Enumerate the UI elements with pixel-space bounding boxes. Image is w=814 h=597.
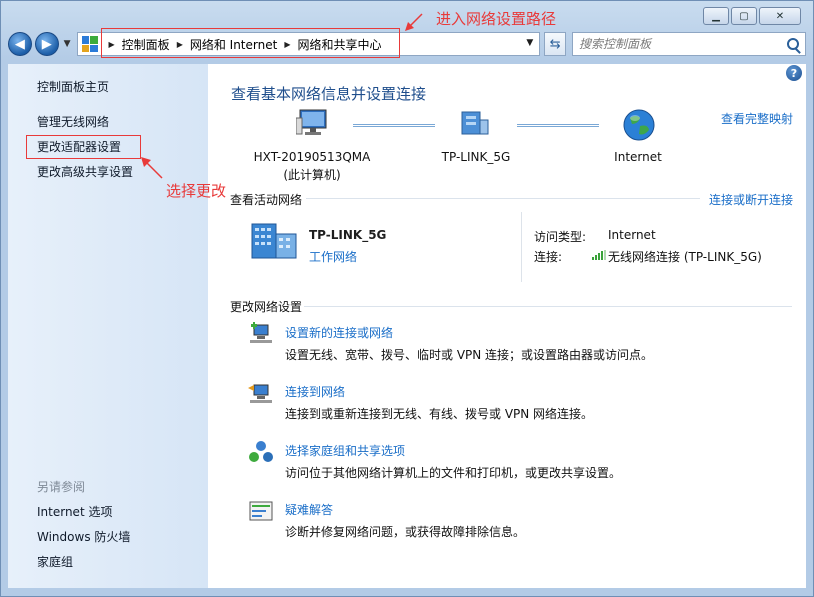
back-button[interactable]: ◀	[8, 32, 32, 56]
maximize-icon: ▢	[739, 10, 749, 22]
back-arrow-icon: ◀	[14, 36, 25, 52]
connect-disconnect-link[interactable]: 连接或断开连接	[709, 191, 793, 208]
forward-button[interactable]: ▶	[34, 32, 59, 56]
map-internet-label: Internet	[614, 150, 662, 164]
homegroup-icon	[248, 440, 274, 464]
network-building-icon	[250, 222, 300, 263]
select-annotation-text: 选择更改	[166, 182, 227, 200]
close-icon: ✕	[775, 10, 785, 22]
see-also-heading: 另请参阅	[37, 480, 86, 494]
maximize-button[interactable]: ▢	[731, 7, 757, 25]
refresh-button[interactable]: ⇆	[544, 32, 567, 56]
task-setup-connection-link[interactable]: 设置新的连接或网络	[285, 324, 393, 341]
connection-label: 连接:	[534, 250, 563, 264]
minimize-button[interactable]: ▁	[703, 7, 729, 25]
network-type-link[interactable]: 工作网络	[309, 248, 357, 265]
forward-arrow-icon: ▶	[41, 36, 52, 52]
sidebar-item-control-panel-home[interactable]: 控制面板主页	[37, 78, 109, 95]
troubleshoot-icon	[248, 500, 274, 524]
path-annotation-arrow-icon	[405, 13, 423, 31]
task-homegroup-desc: 访问位于其他网络计算机上的文件和打印机，或更改共享设置。	[285, 466, 622, 480]
wifi-signal-icon	[592, 249, 606, 263]
minimize-icon: ▁	[712, 10, 720, 22]
internet-globe-icon[interactable]	[622, 108, 656, 145]
task-connect-network-desc: 连接到或重新连接到无线、有线、拨号或 VPN 网络连接。	[285, 407, 594, 421]
control-panel-icon	[81, 36, 98, 52]
task-troubleshoot-desc: 诊断并修复网络问题，或获得故障排除信息。	[285, 525, 526, 539]
connect-network-icon	[248, 382, 274, 406]
active-network-name: TP-LINK_5G	[309, 228, 387, 242]
access-type-label: 访问类型:	[534, 230, 587, 244]
recent-pages-dropdown[interactable]: ▼	[64, 39, 71, 49]
task-connect-network-link[interactable]: 连接到网络	[285, 383, 345, 400]
select-annotation-arrow-icon	[141, 157, 163, 179]
search-icon[interactable]	[787, 38, 799, 50]
task-troubleshoot-link[interactable]: 疑难解答	[285, 501, 333, 518]
map-computer-label: HXT-20190513QMA (此计算机)	[253, 150, 371, 182]
map-link-line	[353, 124, 435, 127]
refresh-icon: ⇆	[549, 36, 561, 52]
sidebar-item-advanced-sharing[interactable]: 更改高级共享设置	[37, 163, 133, 180]
sidebar-item-manage-wireless[interactable]: 管理无线网络	[37, 113, 109, 130]
main-content: ? 查看基本网络信息并设置连接 查看完整映射 HXT-20190513QMA (…	[208, 64, 806, 588]
search-input[interactable]	[579, 37, 787, 51]
path-annotation-text: 进入网络设置路径	[436, 10, 557, 28]
wireless-connection-link[interactable]: 无线网络连接 (TP-LINK_5G)	[608, 248, 762, 265]
section-divider	[304, 306, 792, 307]
computer-icon[interactable]	[295, 108, 327, 141]
new-connection-icon	[248, 322, 274, 346]
help-icon[interactable]: ?	[786, 65, 802, 81]
change-settings-heading: 更改网络设置	[230, 300, 303, 314]
adapter-highlight-box	[26, 135, 141, 159]
address-dropdown-icon[interactable]: ▼	[526, 38, 533, 48]
task-homegroup-link[interactable]: 选择家庭组和共享选项	[285, 442, 405, 459]
vertical-divider	[521, 212, 522, 282]
access-type-value: Internet	[608, 228, 656, 242]
task-setup-connection-desc: 设置无线、宽带、拨号、临时或 VPN 连接；或设置路由器或访问点。	[285, 348, 654, 362]
page-title: 查看基本网络信息并设置连接	[231, 85, 427, 103]
close-button[interactable]: ✕	[759, 7, 801, 25]
section-divider	[306, 198, 700, 199]
router-icon[interactable]	[458, 110, 489, 141]
caption-buttons: ▁ ▢ ✕	[703, 7, 801, 25]
map-link-line	[517, 124, 599, 127]
see-also-windows-firewall[interactable]: Windows 防火墙	[37, 528, 130, 545]
path-highlight-box	[101, 28, 400, 58]
map-router-label: TP-LINK_5G	[441, 150, 511, 164]
active-networks-heading: 查看活动网络	[230, 193, 303, 207]
see-also-homegroup[interactable]: 家庭组	[37, 553, 73, 570]
search-box[interactable]	[572, 32, 806, 56]
view-full-map-link[interactable]: 查看完整映射	[721, 110, 793, 127]
see-also-internet-options[interactable]: Internet 选项	[37, 503, 112, 520]
